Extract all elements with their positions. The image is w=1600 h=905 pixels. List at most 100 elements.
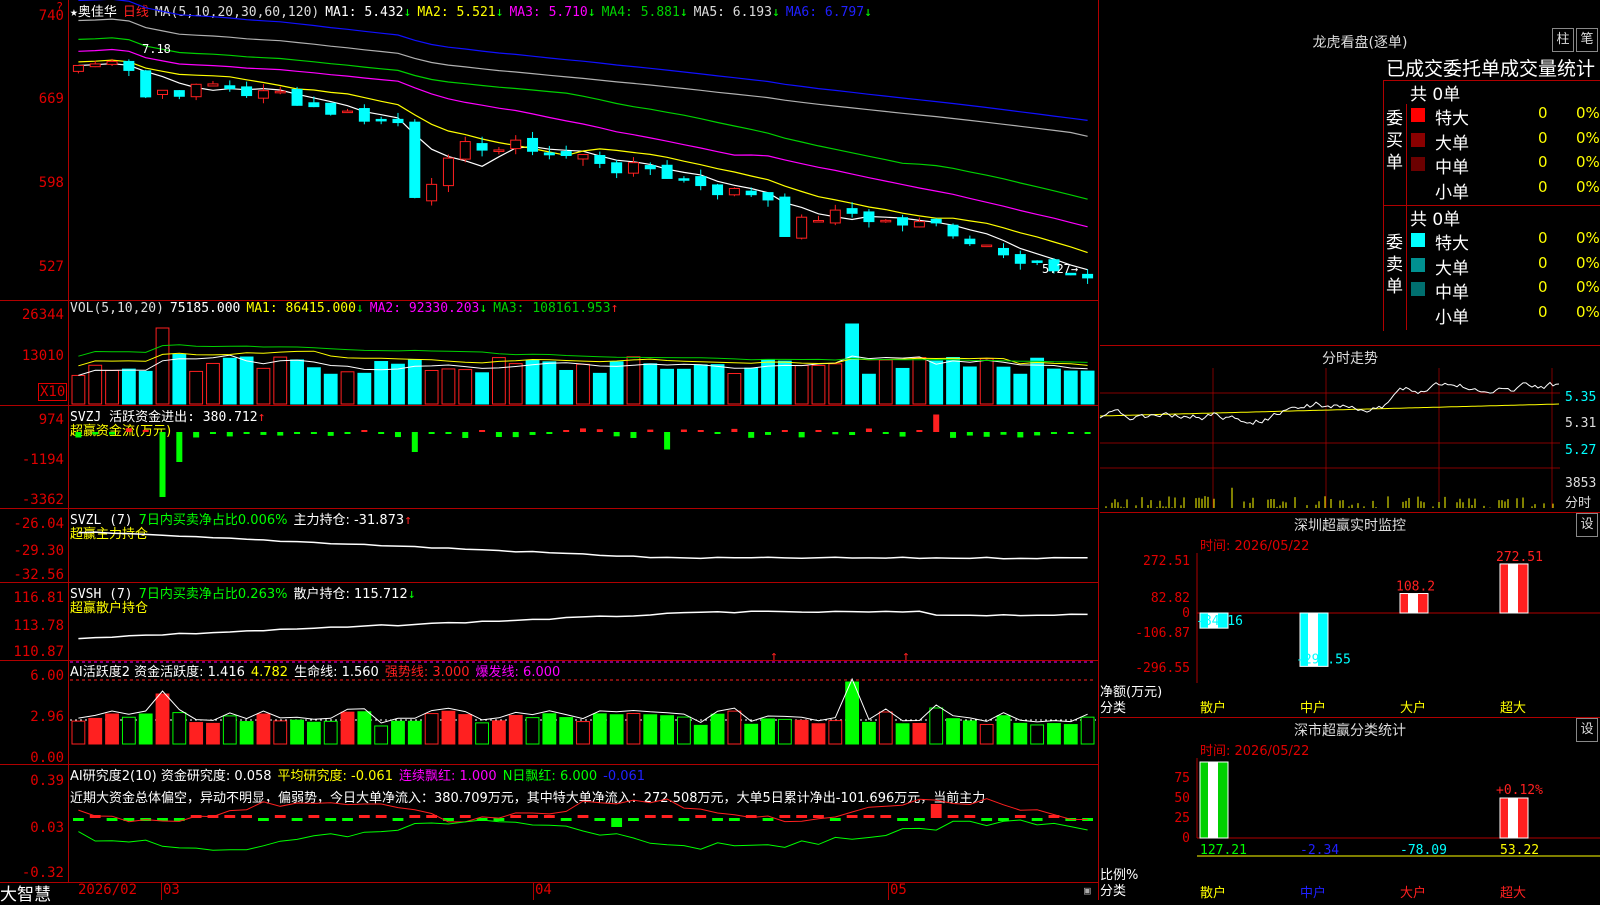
activity-bar <box>862 721 876 745</box>
research-bar <box>930 804 942 818</box>
candle <box>981 244 993 248</box>
activity-bar <box>71 720 86 745</box>
research-bar <box>947 815 959 818</box>
research-bar <box>762 818 774 821</box>
volume-bar <box>323 373 338 405</box>
svzl-ytick: -29.30 <box>13 543 64 559</box>
research-bar <box>678 818 690 821</box>
volume-bar <box>374 361 389 405</box>
volume-bar <box>88 364 103 405</box>
ai1-ytick: 0.00 <box>30 750 64 766</box>
svzl-ytick: -26.04 <box>13 516 64 532</box>
svsh-chart[interactable] <box>70 600 1096 658</box>
y-tick: 0 <box>1182 606 1190 621</box>
bar-value-label: 108.2 <box>1396 580 1435 595</box>
intraday-chart[interactable] <box>1099 368 1560 508</box>
activity-bar <box>660 715 675 745</box>
svzj-bar <box>462 432 469 438</box>
buy-row-name: 大单 <box>1435 133 1469 154</box>
volume-bar <box>878 359 893 405</box>
y-tick: 50 <box>1174 791 1190 806</box>
stock-name[interactable]: 奥佳华 <box>78 5 117 20</box>
research-bar <box>577 815 589 818</box>
buy-swatch <box>1411 132 1425 147</box>
ai-research-chart[interactable] <box>70 798 1096 882</box>
candlestick-chart[interactable] <box>70 0 1096 298</box>
candle <box>527 137 539 152</box>
svzj-bar <box>310 432 317 434</box>
candle <box>510 139 522 150</box>
candle <box>274 90 286 94</box>
sz-class-settings-button[interactable]: 设 <box>1576 718 1598 742</box>
y-tick: 75 <box>1174 771 1190 786</box>
svzj-bar <box>125 428 132 432</box>
chart-area[interactable]: ★奥佳华 日线 MA(5,10,20,30,60,120) MA1: 5.432↓ MA… <box>0 0 1099 905</box>
volume-bar <box>189 370 204 405</box>
volume-bar <box>508 363 523 405</box>
volume-bar <box>222 357 237 405</box>
sell-swatch <box>1411 282 1425 296</box>
activity-bar <box>895 723 910 745</box>
candle <box>863 211 875 223</box>
research-bar <box>846 815 858 818</box>
svzj-bar <box>529 432 536 435</box>
research-bar <box>224 815 236 818</box>
candle <box>342 110 354 114</box>
svzj-bar <box>1067 432 1074 434</box>
svzj-bar <box>243 432 250 434</box>
sell-row-name: 中单 <box>1435 283 1469 303</box>
candle <box>661 164 673 179</box>
svzj-bar <box>193 432 200 438</box>
star-icon[interactable]: ★ <box>70 5 78 20</box>
candle <box>728 188 740 196</box>
candle <box>442 157 454 187</box>
svzj-bar <box>714 432 721 434</box>
research-bar <box>459 815 471 818</box>
svzj-bar <box>176 432 183 462</box>
svzl-chart[interactable] <box>70 530 1096 580</box>
svzj-bar <box>899 432 906 437</box>
category-bar-highlight <box>1208 762 1218 838</box>
activity-bar <box>996 715 1011 745</box>
volume-bar <box>979 358 994 405</box>
candle <box>392 118 404 124</box>
tick-view-button[interactable]: 笔 <box>1576 28 1598 52</box>
svzj-bar <box>1084 432 1091 434</box>
svzj-ytick: 974 <box>38 412 64 428</box>
intraday-vol-unit: 分时 <box>1565 496 1592 511</box>
sz-monitor-cat: 大户 <box>1400 701 1427 716</box>
candle <box>375 118 387 122</box>
bar-view-button[interactable]: 柱 <box>1552 28 1574 52</box>
buy-swatch <box>1411 157 1425 171</box>
activity-bar <box>609 714 624 745</box>
volume-chart[interactable] <box>70 318 1096 405</box>
candle <box>745 190 757 196</box>
research-bar <box>813 815 824 818</box>
volume-bar <box>491 357 506 405</box>
svzj-chart[interactable] <box>70 414 1096 505</box>
volume-bar <box>845 323 860 405</box>
ai-activity-chart[interactable]: ↑ ↑ <box>70 649 1096 762</box>
bar-value-label: -84.16 <box>1196 614 1243 629</box>
activity-bar <box>273 720 288 745</box>
candle <box>1031 260 1043 263</box>
bar-value-label: 272.51 <box>1496 550 1543 565</box>
menu-icon[interactable]: ? <box>56 0 63 14</box>
volume-bar <box>677 368 691 405</box>
candle <box>779 196 791 237</box>
y-tick: -106.87 <box>1135 626 1190 641</box>
candle <box>964 238 976 245</box>
svzj-bar <box>580 428 586 432</box>
lock-icon[interactable]: ▣ <box>1084 884 1091 897</box>
svzj-bar <box>563 430 570 432</box>
research-green-line <box>78 819 1088 851</box>
volume-bar <box>475 372 489 405</box>
activity-bar <box>794 719 809 745</box>
intraday-panel[interactable]: 分时走势 5.35 5.31 5.27 3853 分时 <box>1099 346 1600 513</box>
research-bar <box>695 815 707 818</box>
activity-bar <box>407 720 422 745</box>
volume-bar <box>643 363 658 405</box>
sz-monitor-settings-button[interactable]: 设 <box>1576 513 1598 537</box>
sz-monitor-panel: 深圳超赢实时监控 设 时间: 2026/05/22 -84.16 -296.55 1… <box>1100 513 1600 718</box>
research-bar <box>863 815 875 818</box>
